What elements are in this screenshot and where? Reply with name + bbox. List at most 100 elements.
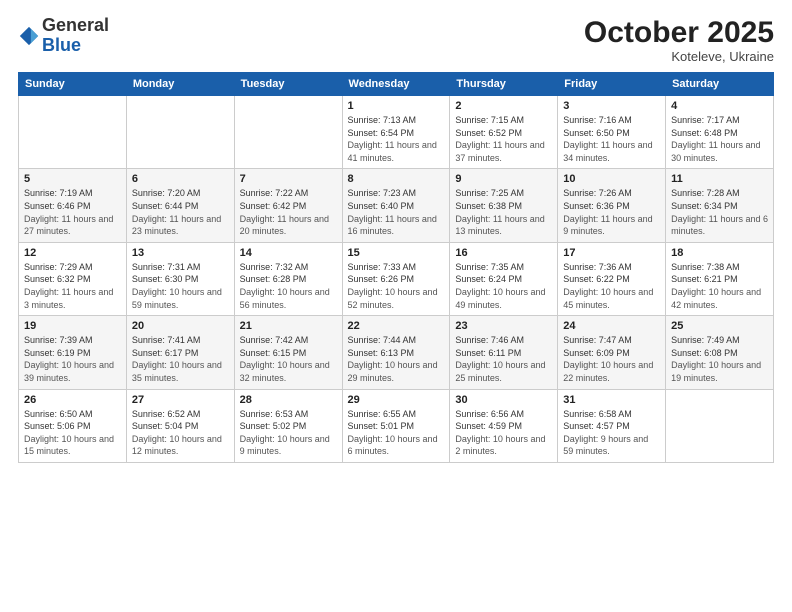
day-number: 5 bbox=[24, 173, 121, 185]
day-cell: 14 Sunrise: 7:32 AMSunset: 6:28 PMDayligh… bbox=[234, 242, 342, 315]
daylight-label: Daylight: 11 hours and 16 minutes. bbox=[348, 214, 437, 237]
week-row-5: 26Sunrise: 6:50 AMSunset: 5:06 PMDayligh… bbox=[19, 389, 774, 462]
day-info: Sunrise: 7:23 AMSunset: 6:40 PMDaylight:… bbox=[348, 187, 445, 237]
col-saturday: Saturday bbox=[666, 73, 774, 96]
daylight-label: Daylight: 10 hours and 22 minutes. bbox=[563, 360, 653, 383]
logo-icon bbox=[18, 25, 40, 47]
day-info: Sunrise: 7:25 AMSunset: 6:38 PMDaylight:… bbox=[455, 187, 552, 237]
month-title: October 2025 bbox=[584, 16, 774, 49]
day-cell bbox=[234, 96, 342, 169]
col-sunday: Sunday bbox=[19, 73, 127, 96]
day-info: Sunrise: 7:41 AMSunset: 6:17 PMDaylight:… bbox=[132, 334, 229, 384]
daylight-label: Daylight: 11 hours and 9 minutes. bbox=[563, 214, 652, 237]
daylight-label: Daylight: 11 hours and 23 minutes. bbox=[132, 214, 221, 237]
week-row-1: 1 Sunrise: 7:13 AMSunset: 6:54 PMDaylight… bbox=[19, 96, 774, 169]
calendar-page: General Blue October 2025 Koteleve, Ukra… bbox=[0, 0, 792, 612]
day-number: 21 bbox=[240, 320, 337, 332]
header: General Blue October 2025 Koteleve, Ukra… bbox=[18, 16, 774, 64]
day-cell: 24 Sunrise: 7:47 AMSunset: 6:09 PMDayligh… bbox=[558, 316, 666, 389]
week-row-2: 5Sunrise: 7:19 AMSunset: 6:46 PMDaylight… bbox=[19, 169, 774, 242]
day-cell: 23Sunrise: 7:46 AMSunset: 6:11 PMDayligh… bbox=[450, 316, 558, 389]
day-number: 18 bbox=[671, 247, 768, 259]
daylight-label: Daylight: 10 hours and 42 minutes. bbox=[671, 287, 761, 310]
day-cell: 31Sunrise: 6:58 AMSunset: 4:57 PMDayligh… bbox=[558, 389, 666, 462]
day-info: Sunrise: 7:13 AMSunset: 6:54 PMDaylight:… bbox=[348, 114, 445, 164]
day-cell bbox=[19, 96, 127, 169]
day-cell: 15Sunrise: 7:33 AMSunset: 6:26 PMDayligh… bbox=[342, 242, 450, 315]
day-number: 22 bbox=[348, 320, 445, 332]
day-info: Sunrise: 6:56 AMSunset: 4:59 PMDaylight:… bbox=[455, 408, 552, 458]
location-subtitle: Koteleve, Ukraine bbox=[584, 49, 774, 64]
day-cell: 1 Sunrise: 7:13 AMSunset: 6:54 PMDaylight… bbox=[342, 96, 450, 169]
day-info: Sunrise: 7:42 AMSunset: 6:15 PMDaylight:… bbox=[240, 334, 337, 384]
day-number: 31 bbox=[563, 394, 660, 406]
daylight-label: Daylight: 10 hours and 56 minutes. bbox=[240, 287, 330, 310]
title-block: October 2025 Koteleve, Ukraine bbox=[584, 16, 774, 64]
day-info: Sunrise: 7:33 AMSunset: 6:26 PMDaylight:… bbox=[348, 261, 445, 311]
day-cell: 4Sunrise: 7:17 AMSunset: 6:48 PMDaylight… bbox=[666, 96, 774, 169]
week-row-3: 12Sunrise: 7:29 AMSunset: 6:32 PMDayligh… bbox=[19, 242, 774, 315]
day-number: 17 bbox=[563, 247, 660, 259]
day-cell: 13Sunrise: 7:31 AMSunset: 6:30 PMDayligh… bbox=[126, 242, 234, 315]
logo-blue-text: Blue bbox=[42, 35, 81, 55]
day-cell: 28 Sunrise: 6:53 AMSunset: 5:02 PMDayligh… bbox=[234, 389, 342, 462]
day-cell: 2Sunrise: 7:15 AMSunset: 6:52 PMDaylight… bbox=[450, 96, 558, 169]
day-number: 1 bbox=[348, 100, 445, 112]
weekday-header-row: Sunday Monday Tuesday Wednesday Thursday… bbox=[19, 73, 774, 96]
daylight-label: Daylight: 11 hours and 41 minutes. bbox=[348, 140, 437, 163]
day-number: 12 bbox=[24, 247, 121, 259]
logo-general-text: General bbox=[42, 15, 109, 35]
day-number: 8 bbox=[348, 173, 445, 185]
day-number: 14 bbox=[240, 247, 337, 259]
daylight-label: Daylight: 11 hours and 27 minutes. bbox=[24, 214, 113, 237]
col-friday: Friday bbox=[558, 73, 666, 96]
day-number: 30 bbox=[455, 394, 552, 406]
day-number: 29 bbox=[348, 394, 445, 406]
daylight-label: Daylight: 10 hours and 19 minutes. bbox=[671, 360, 761, 383]
day-number: 27 bbox=[132, 394, 229, 406]
day-number: 20 bbox=[132, 320, 229, 332]
calendar-table: Sunday Monday Tuesday Wednesday Thursday… bbox=[18, 72, 774, 463]
daylight-label: Daylight: 11 hours and 3 minutes. bbox=[24, 287, 113, 310]
daylight-label: Daylight: 11 hours and 20 minutes. bbox=[240, 214, 329, 237]
daylight-label: Daylight: 10 hours and 12 minutes. bbox=[132, 434, 222, 457]
day-number: 23 bbox=[455, 320, 552, 332]
day-info: Sunrise: 7:32 AMSunset: 6:28 PMDaylight:… bbox=[240, 261, 337, 311]
day-cell: 26Sunrise: 6:50 AMSunset: 5:06 PMDayligh… bbox=[19, 389, 127, 462]
day-number: 28 bbox=[240, 394, 337, 406]
day-number: 6 bbox=[132, 173, 229, 185]
day-cell: 8 Sunrise: 7:23 AMSunset: 6:40 PMDaylight… bbox=[342, 169, 450, 242]
day-info: Sunrise: 7:26 AMSunset: 6:36 PMDaylight:… bbox=[563, 187, 660, 237]
col-wednesday: Wednesday bbox=[342, 73, 450, 96]
day-info: Sunrise: 7:22 AMSunset: 6:42 PMDaylight:… bbox=[240, 187, 337, 237]
day-cell: 7Sunrise: 7:22 AMSunset: 6:42 PMDaylight… bbox=[234, 169, 342, 242]
day-info: Sunrise: 7:31 AMSunset: 6:30 PMDaylight:… bbox=[132, 261, 229, 311]
daylight-label: Daylight: 10 hours and 49 minutes. bbox=[455, 287, 545, 310]
day-info: Sunrise: 7:36 AMSunset: 6:22 PMDaylight:… bbox=[563, 261, 660, 311]
daylight-label: Daylight: 10 hours and 45 minutes. bbox=[563, 287, 653, 310]
daylight-label: Daylight: 11 hours and 30 minutes. bbox=[671, 140, 760, 163]
day-number: 19 bbox=[24, 320, 121, 332]
day-number: 9 bbox=[455, 173, 552, 185]
day-cell bbox=[126, 96, 234, 169]
day-info: Sunrise: 6:53 AMSunset: 5:02 PMDaylight:… bbox=[240, 408, 337, 458]
daylight-label: Daylight: 10 hours and 15 minutes. bbox=[24, 434, 114, 457]
daylight-label: Daylight: 9 hours and 59 minutes. bbox=[563, 434, 648, 457]
daylight-label: Daylight: 10 hours and 29 minutes. bbox=[348, 360, 438, 383]
day-number: 25 bbox=[671, 320, 768, 332]
day-cell: 3Sunrise: 7:16 AMSunset: 6:50 PMDaylight… bbox=[558, 96, 666, 169]
day-cell: 12Sunrise: 7:29 AMSunset: 6:32 PMDayligh… bbox=[19, 242, 127, 315]
daylight-label: Daylight: 10 hours and 39 minutes. bbox=[24, 360, 114, 383]
daylight-label: Daylight: 10 hours and 2 minutes. bbox=[455, 434, 545, 457]
day-number: 10 bbox=[563, 173, 660, 185]
day-number: 4 bbox=[671, 100, 768, 112]
day-info: Sunrise: 7:47 AMSunset: 6:09 PMDaylight:… bbox=[563, 334, 660, 384]
day-cell: 21 Sunrise: 7:42 AMSunset: 6:15 PMDayligh… bbox=[234, 316, 342, 389]
col-thursday: Thursday bbox=[450, 73, 558, 96]
col-tuesday: Tuesday bbox=[234, 73, 342, 96]
daylight-label: Daylight: 10 hours and 32 minutes. bbox=[240, 360, 330, 383]
daylight-label: Daylight: 11 hours and 6 minutes. bbox=[671, 214, 768, 237]
daylight-label: Daylight: 11 hours and 13 minutes. bbox=[455, 214, 544, 237]
day-cell: 17 Sunrise: 7:36 AMSunset: 6:22 PMDayligh… bbox=[558, 242, 666, 315]
day-number: 24 bbox=[563, 320, 660, 332]
